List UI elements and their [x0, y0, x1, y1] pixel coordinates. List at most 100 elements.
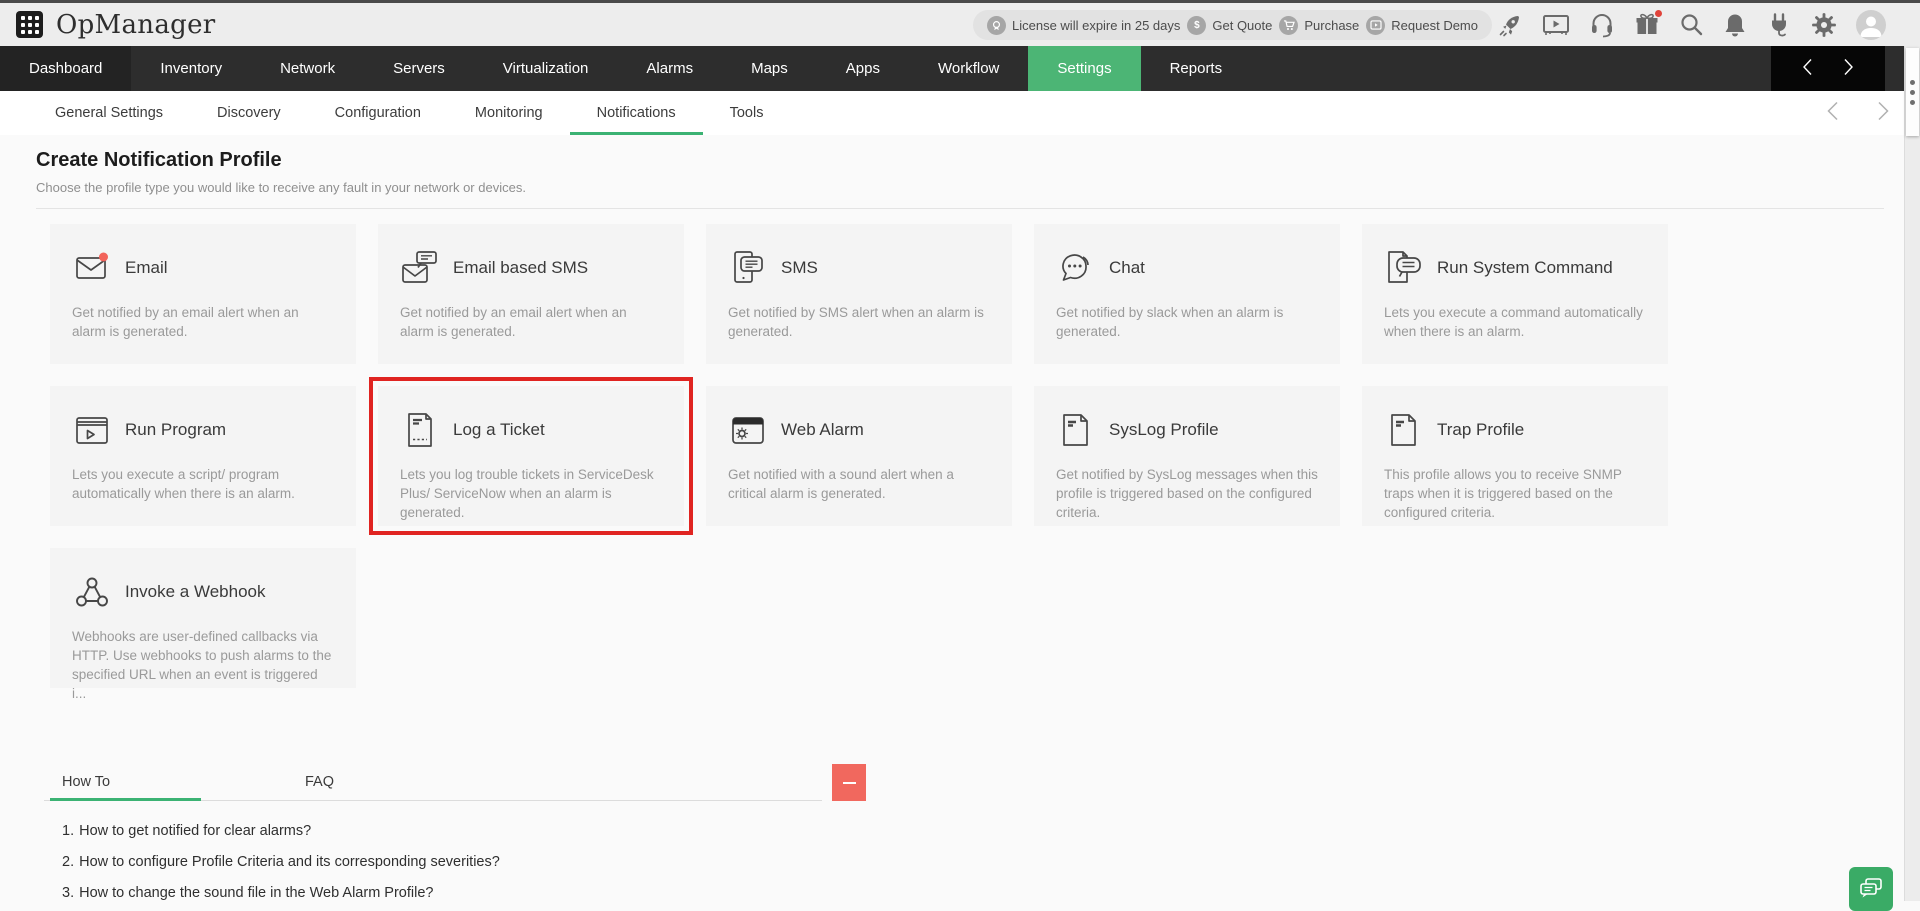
card-title: Web Alarm [781, 420, 864, 439]
how-to-question-3[interactable]: 3. How to change the sound file in the W… [62, 885, 822, 905]
card-email-based-sms[interactable]: Email based SMS Get notified by an email… [378, 224, 684, 364]
run-program-icon [72, 410, 112, 450]
subnav-discovery[interactable]: Discovery [190, 91, 308, 135]
how-to-question-1[interactable]: 1. How to get notified for clear alarms? [62, 823, 822, 843]
get-quote-button[interactable]: $ Get Quote [1187, 15, 1273, 35]
page-scrollbar [1904, 46, 1920, 901]
subnav-notifications[interactable]: Notifications [569, 91, 703, 135]
settings-gear-icon[interactable] [1811, 12, 1837, 38]
nav-servers[interactable]: Servers [364, 46, 474, 91]
scrollbar-thumb[interactable] [1906, 48, 1919, 136]
card-desc: This profile allows you to receive SNMP … [1384, 467, 1622, 521]
support-headset-icon[interactable] [1589, 12, 1615, 38]
purchase-label: Purchase [1304, 17, 1360, 33]
settings-subnav: General Settings Discovery Configuration… [0, 91, 1920, 135]
subnav-scroll-right-chevron-icon[interactable] [1877, 101, 1890, 125]
nav-alarms[interactable]: Alarms [617, 46, 722, 91]
nav-settings[interactable]: Settings [1028, 46, 1141, 91]
subnav-scroll-left-chevron-icon[interactable] [1826, 101, 1839, 125]
license-banner: License will expire in 25 days $ Get Quo… [973, 10, 1492, 40]
demo-video-icon [1366, 15, 1386, 35]
minus-icon [842, 781, 856, 784]
purchase-button[interactable]: Purchase [1279, 15, 1360, 35]
card-title: Email based SMS [453, 258, 589, 277]
subnav-monitoring[interactable]: Monitoring [448, 91, 570, 135]
card-run-program[interactable]: Run Program Lets you execute a script/ p… [50, 386, 356, 526]
app-header: OpManager License will expire in 25 days… [0, 3, 1920, 46]
chat-bubbles-icon [1858, 876, 1884, 903]
subnav-scroll-controls [1826, 91, 1890, 135]
card-desc: Get notified by an email alert when an a… [400, 305, 627, 340]
get-quote-label: Get Quote [1212, 17, 1273, 33]
user-avatar[interactable] [1856, 9, 1886, 40]
run-system-command-icon [1384, 248, 1424, 288]
request-demo-label: Request Demo [1391, 17, 1478, 33]
notifications-bell-icon[interactable] [1723, 12, 1747, 38]
gift-icon[interactable] [1634, 9, 1662, 38]
card-email[interactable]: Email Get notified by an email alert whe… [50, 224, 356, 364]
nav-inventory[interactable]: Inventory [131, 46, 251, 91]
plugin-plug-icon[interactable] [1766, 12, 1792, 38]
card-syslog-profile[interactable]: SysLog Profile Get notified by SysLog me… [1034, 386, 1340, 526]
license-expiry-text: License will expire in 25 days [1012, 17, 1181, 33]
card-chat[interactable]: Chat Get notified by slack when an alarm… [1034, 224, 1340, 364]
nav-scroll-right-chevron-icon[interactable] [1843, 58, 1854, 80]
tab-how-to[interactable]: How To [50, 764, 201, 801]
question-text: How to get notified for clear alarms? [79, 823, 312, 839]
whats-new-rocket-icon[interactable] [1497, 12, 1523, 38]
nav-dashboard[interactable]: Dashboard [0, 46, 132, 91]
nav-reports[interactable]: Reports [1141, 46, 1252, 91]
card-title: Invoke a Webhook [125, 582, 266, 601]
nav-maps[interactable]: Maps [722, 46, 817, 91]
card-desc: Get notified by SMS alert when an alarm … [728, 305, 984, 340]
question-number: 1. [62, 823, 75, 839]
nav-scroll-left-chevron-icon[interactable] [1802, 58, 1813, 80]
card-desc: Get notified by SysLog messages when thi… [1056, 467, 1318, 521]
card-title: Log a Ticket [453, 420, 545, 439]
subnav-tools[interactable]: Tools [703, 91, 791, 135]
card-invoke-a-webhook[interactable]: Invoke a Webhook Webhooks are user-defin… [50, 548, 356, 701]
email-icon [72, 248, 112, 288]
nav-virtualization[interactable]: Virtualization [474, 46, 618, 91]
log-a-ticket-icon [400, 410, 440, 450]
question-number: 3. [62, 885, 75, 901]
subnav-configuration[interactable]: Configuration [308, 91, 448, 135]
training-screen-icon[interactable] [1542, 12, 1570, 38]
help-tab-bar: How To FAQ [44, 764, 822, 801]
request-demo-button[interactable]: Request Demo [1366, 15, 1478, 35]
live-chat-button[interactable] [1849, 867, 1893, 911]
invoke-a-webhook-icon [72, 572, 112, 612]
card-desc: Lets you execute a command automatically… [1384, 305, 1643, 340]
sms-icon [728, 248, 768, 288]
card-desc: Get notified by an email alert when an a… [72, 305, 299, 340]
question-number: 2. [62, 854, 75, 870]
card-trap-profile[interactable]: Trap Profile This profile allows you to … [1362, 386, 1668, 526]
card-sms[interactable]: SMS Get notified by SMS alert when an al… [706, 224, 1012, 364]
opmanager-logo[interactable]: OpManager [56, 10, 216, 40]
card-run-system-command[interactable]: Run System Command Lets you execute a co… [1362, 224, 1668, 364]
page-subtitle: Choose the profile type you would like t… [36, 180, 526, 195]
card-log-a-ticket[interactable]: Log a Ticket Lets you log trouble ticket… [369, 377, 693, 535]
cart-icon [1279, 15, 1299, 35]
syslog-profile-icon [1056, 410, 1096, 450]
card-title: Run System Command [1437, 258, 1613, 277]
nav-apps[interactable]: Apps [817, 46, 909, 91]
nav-workflow[interactable]: Workflow [909, 46, 1028, 91]
nav-network[interactable]: Network [251, 46, 364, 91]
collapse-help-button[interactable] [832, 764, 866, 801]
app-launcher-grid-icon[interactable] [16, 11, 43, 38]
profile-card-grid: Email Get notified by an email alert whe… [50, 224, 1690, 701]
license-expiry-item[interactable]: License will expire in 25 days [987, 15, 1181, 35]
card-web-alarm[interactable]: Web Alarm Get notified with a sound aler… [706, 386, 1012, 526]
tab-faq[interactable]: FAQ [293, 764, 346, 800]
card-desc: Get notified with a sound alert when a c… [728, 467, 954, 502]
web-alarm-icon [728, 410, 768, 450]
search-icon[interactable] [1679, 12, 1704, 37]
card-title: Run Program [125, 420, 227, 439]
email-sms-icon [400, 248, 440, 288]
license-medal-icon [987, 15, 1006, 35]
how-to-question-2[interactable]: 2. How to configure Profile Criteria and… [62, 854, 822, 874]
subnav-general-settings[interactable]: General Settings [28, 91, 190, 135]
question-text: How to configure Profile Criteria and it… [79, 854, 500, 870]
dollar-icon: $ [1187, 15, 1207, 35]
